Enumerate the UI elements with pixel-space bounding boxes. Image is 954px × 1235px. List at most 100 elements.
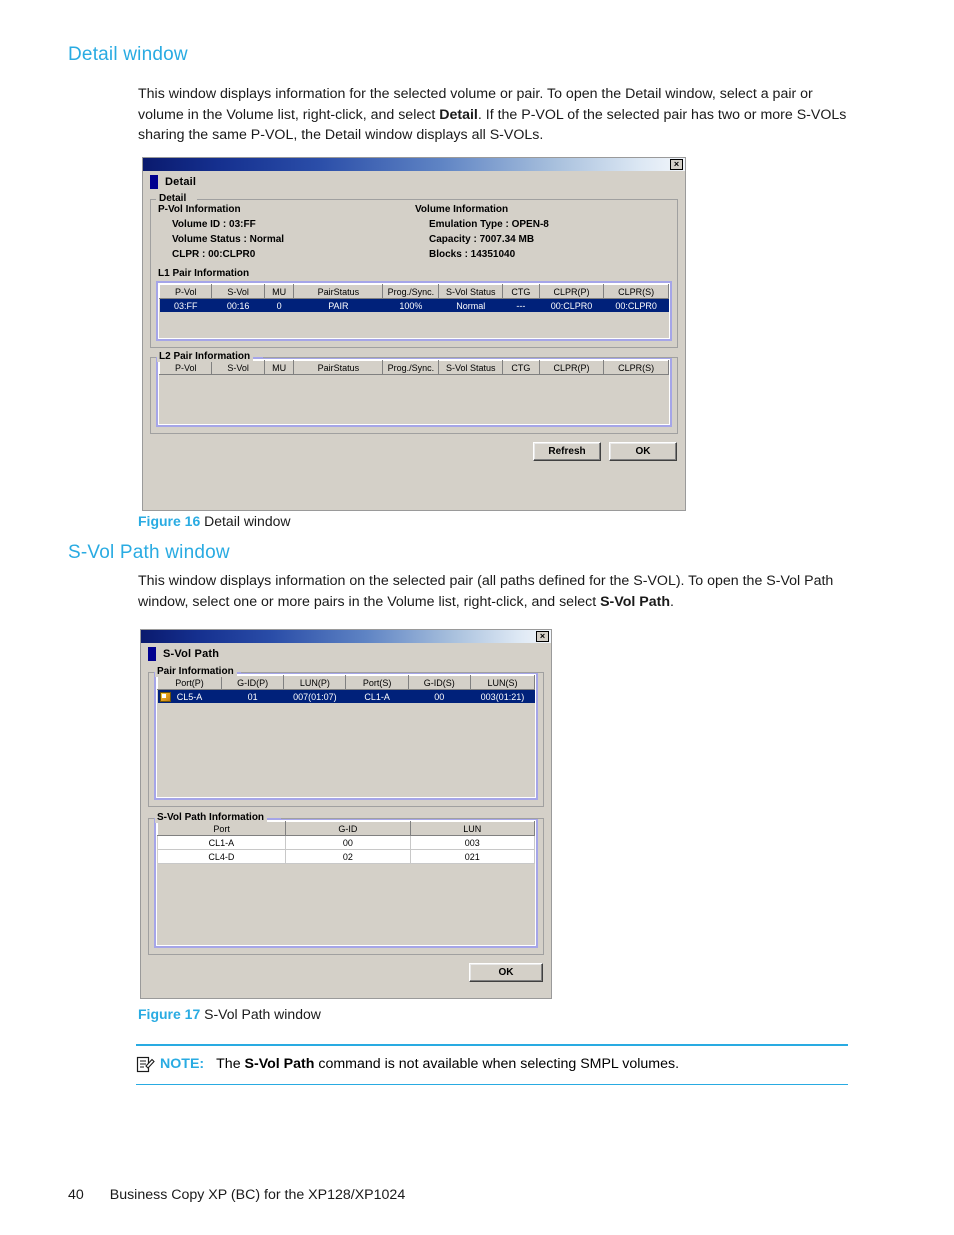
col-prog-sync[interactable]: Prog./Sync. <box>382 284 440 299</box>
col-svol[interactable]: S-Vol <box>211 360 265 375</box>
col-port-p[interactable]: Port(P) <box>157 675 223 690</box>
cell-port-p: CL5-A <box>157 689 222 703</box>
col-gid-p[interactable]: G-ID(P) <box>221 675 285 690</box>
col-ctg[interactable]: CTG <box>502 360 540 375</box>
svol-path-header: S-Vol Path <box>141 643 551 665</box>
svol-path-header-row: Port G-ID LUN <box>157 821 535 836</box>
cell-prog-sync: 100% <box>382 298 439 312</box>
l1-pair-information-heading: L1 Pair Information <box>158 268 250 279</box>
volume-blocks: Blocks : 14351040 <box>429 249 516 260</box>
cell-gid: 00 <box>285 835 411 850</box>
pair-information-table[interactable]: Port(P) G-ID(P) LUN(P) Port(S) G-ID(S) L… <box>154 672 538 800</box>
detail-window-dialog: × Detail Detail P-Vol Information Volume… <box>142 157 686 511</box>
figure-16-text: Detail window <box>204 513 291 529</box>
pair-information-groupbox: Pair Information Port(P) G-ID(P) LUN(P) … <box>148 666 544 807</box>
col-clpr-p[interactable]: CLPR(P) <box>538 284 605 299</box>
pvol-volume-id: Volume ID : 03:FF <box>172 219 256 230</box>
ok-button[interactable]: OK <box>609 442 677 461</box>
col-clpr-s[interactable]: CLPR(S) <box>603 284 669 299</box>
svol-path-dialog: × S-Vol Path Pair Information Port(P) G-… <box>140 629 552 999</box>
page-title-svol-path-window: S-Vol Path window <box>68 542 230 563</box>
col-lun-s[interactable]: LUN(S) <box>469 675 535 690</box>
col-mu[interactable]: MU <box>263 360 295 375</box>
pair-information-legend: Pair Information <box>155 666 237 677</box>
volume-emulation-type: Emulation Type : OPEN-8 <box>429 219 549 230</box>
col-lun-p[interactable]: LUN(P) <box>283 675 347 690</box>
svol-path-titlebar[interactable]: × <box>141 630 551 643</box>
col-pairstatus[interactable]: PairStatus <box>293 360 384 375</box>
note-label: NOTE: <box>160 1055 205 1072</box>
svol-desc-part1: This window displays information on the … <box>138 573 834 610</box>
col-mu[interactable]: MU <box>263 284 295 299</box>
cell-gid-s: 00 <box>408 689 471 703</box>
figure-17-text: S-Vol Path window <box>204 1006 321 1022</box>
pair-volume-icon <box>159 691 171 702</box>
l2-pair-grid: P-Vol S-Vol MU PairStatus Prog./Sync. S-… <box>159 360 669 375</box>
col-gid[interactable]: G-ID <box>285 821 411 836</box>
col-lun[interactable]: LUN <box>409 821 535 836</box>
footer-page-number: 40 <box>68 1187 84 1203</box>
note-text: The S-Vol Path command is not available … <box>216 1055 679 1074</box>
table-row[interactable]: CL1-A 00 003 <box>157 835 535 850</box>
volume-information-heading: Volume Information <box>415 204 509 215</box>
page-title-detail-window: Detail window <box>68 44 188 65</box>
app-chip-icon <box>150 175 158 189</box>
l2-pair-table[interactable]: P-Vol S-Vol MU PairStatus Prog./Sync. S-… <box>156 357 672 427</box>
cell-lun: 021 <box>410 849 535 864</box>
col-clpr-s[interactable]: CLPR(S) <box>603 360 669 375</box>
refresh-button[interactable]: Refresh <box>533 442 601 461</box>
col-gid-s[interactable]: G-ID(S) <box>407 675 471 690</box>
note-text-bold: S-Vol Path <box>244 1055 315 1072</box>
col-pvol[interactable]: P-Vol <box>159 360 213 375</box>
detail-dialog-title: Detail <box>165 176 197 188</box>
cell-mu: 0 <box>264 298 294 312</box>
cell-svol: 00:16 <box>211 298 265 312</box>
cell-svol-status: Normal <box>438 298 503 312</box>
col-pairstatus[interactable]: PairStatus <box>293 284 384 299</box>
table-row[interactable]: CL4-D 02 021 <box>157 849 535 864</box>
col-pvol[interactable]: P-Vol <box>159 284 213 299</box>
pvol-clpr: CLPR : 00:CLPR0 <box>172 249 256 260</box>
close-icon[interactable]: × <box>670 159 683 170</box>
l1-pair-table[interactable]: P-Vol S-Vol MU PairStatus Prog./Sync. S-… <box>156 281 672 341</box>
volume-information-column: Volume Information Emulation Type : OPEN… <box>415 204 672 264</box>
svol-path-information-table[interactable]: Port G-ID LUN CL1-A 00 003 CL4-D 02 021 <box>154 818 538 948</box>
pair-information-grid: Port(P) G-ID(P) LUN(P) Port(S) G-ID(S) L… <box>157 675 535 703</box>
col-clpr-p[interactable]: CLPR(P) <box>538 360 605 375</box>
detail-dialog-button-row: Refresh OK <box>150 434 678 461</box>
cell-lun: 003 <box>410 835 535 850</box>
col-port-s[interactable]: Port(S) <box>345 675 409 690</box>
ok-button[interactable]: OK <box>469 963 543 982</box>
figure-16-caption: Figure 16 Detail window <box>138 513 291 529</box>
col-svol[interactable]: S-Vol <box>211 284 265 299</box>
cell-clpr-p: 00:CLPR0 <box>539 298 604 312</box>
pvol-volume-status: Volume Status : Normal <box>172 234 285 245</box>
detail-groupbox-legend: Detail <box>157 193 190 204</box>
table-row[interactable]: CL5-A 01 007(01:07) CL1-A 00 003(01:21) <box>157 689 535 703</box>
svol-desc-bold: S-Vol Path <box>600 593 670 610</box>
detail-groupbox: Detail P-Vol Information Volume ID : 03:… <box>150 193 678 348</box>
close-icon[interactable]: × <box>536 631 549 642</box>
pvol-information-column: P-Vol Information Volume ID : 03:FF Volu… <box>158 204 415 264</box>
col-svol-status[interactable]: S-Vol Status <box>438 360 504 375</box>
volume-info-grid: P-Vol Information Volume ID : 03:FF Volu… <box>156 199 672 266</box>
cell-lun-s: 003(01:21) <box>470 689 535 703</box>
col-svol-status[interactable]: S-Vol Status <box>438 284 504 299</box>
detail-desc-bold: Detail <box>439 106 478 123</box>
l2-header-row: P-Vol S-Vol MU PairStatus Prog./Sync. S-… <box>159 360 669 375</box>
l1-pair-grid: P-Vol S-Vol MU PairStatus Prog./Sync. S-… <box>159 284 669 312</box>
cell-port-p-label: CL5-A <box>176 691 203 702</box>
figure-16-label: Figure 16 <box>138 513 201 529</box>
col-prog-sync[interactable]: Prog./Sync. <box>382 360 440 375</box>
table-row[interactable]: 03:FF 00:16 0 PAIR 100% Normal --- 00:CL… <box>159 298 669 312</box>
l2-pair-groupbox-legend: L2 Pair Information <box>157 351 254 362</box>
detail-dialog-header: Detail <box>143 171 685 193</box>
cell-ctg: --- <box>502 298 540 312</box>
svol-path-window-description: This window displays information on the … <box>138 571 848 612</box>
note-bottom-rule <box>136 1083 848 1086</box>
figure-17-caption: Figure 17 S-Vol Path window <box>138 1006 321 1022</box>
cell-port-s: CL1-A <box>345 689 409 703</box>
col-port[interactable]: Port <box>157 821 287 836</box>
detail-dialog-titlebar[interactable]: × <box>143 158 685 171</box>
col-ctg[interactable]: CTG <box>502 284 540 299</box>
